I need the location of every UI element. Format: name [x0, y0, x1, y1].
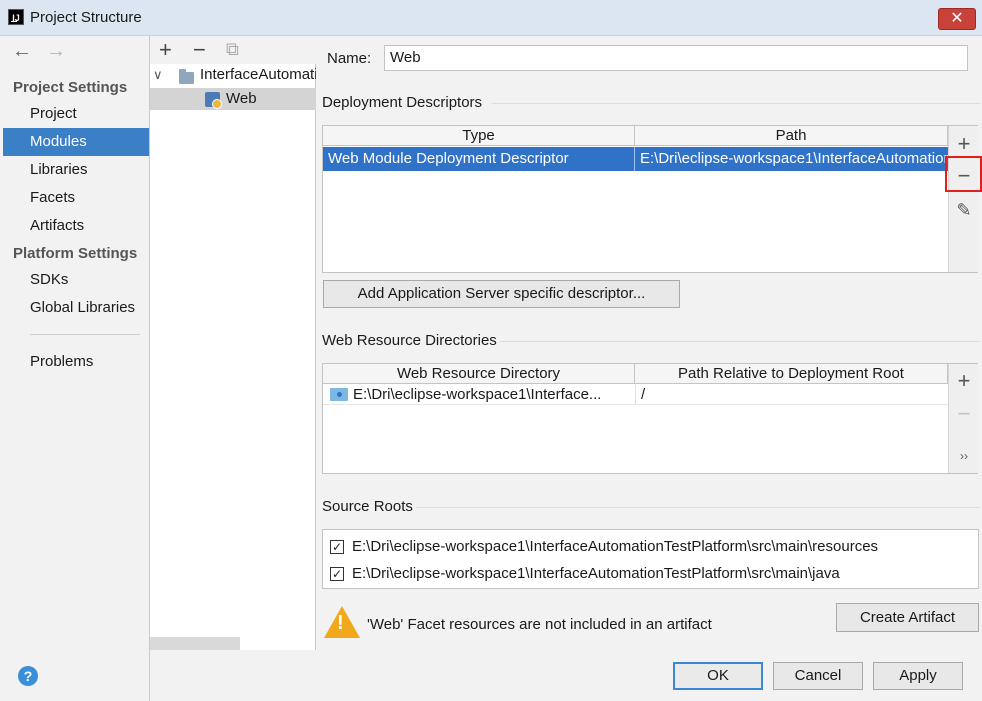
- remove-icon[interactable]: −: [193, 37, 206, 63]
- project-settings-header: Project Settings: [13, 79, 128, 96]
- web-facet-icon: [205, 92, 222, 109]
- create-artifact-button[interactable]: Create Artifact: [836, 603, 979, 632]
- web-folder-icon: [330, 388, 348, 401]
- facet-settings-panel: Name: Web Deployment Descriptors Type Pa…: [316, 36, 982, 701]
- window-title: Project Structure: [30, 9, 142, 26]
- descriptor-path-cell: E:\Dri\eclipse-workspace1\InterfaceAutom…: [640, 150, 948, 167]
- relative-path-cell: /: [641, 386, 646, 403]
- sidebar-item-artifacts[interactable]: Artifacts: [3, 212, 149, 240]
- copy-icon[interactable]: ⧉: [226, 39, 239, 60]
- table-row[interactable]: Web Module Deployment Descriptor E:\Dri\…: [323, 147, 948, 171]
- close-button[interactable]: ✕: [938, 8, 976, 30]
- source-roots-title: Source Roots: [322, 498, 413, 515]
- deployment-descriptors-title: Deployment Descriptors: [322, 94, 483, 111]
- cancel-button[interactable]: Cancel: [773, 662, 863, 690]
- remove-highlight-box: [945, 156, 982, 192]
- sidebar-divider: [30, 334, 140, 335]
- settings-sidebar: ← → Project Settings Project Modules Lib…: [0, 36, 150, 701]
- more-icon[interactable]: ››: [950, 448, 978, 464]
- resource-toolbar: + − ››: [948, 364, 978, 473]
- tree-node-web-facet[interactable]: Web: [150, 88, 316, 110]
- facet-name-input[interactable]: Web: [384, 45, 968, 71]
- module-tree-panel: + − ⧉ ∨ InterfaceAutomationTestPlatform …: [150, 36, 316, 650]
- descriptor-type-cell: Web Module Deployment Descriptor: [328, 150, 569, 167]
- source-roots-list: ✓ E:\Dri\eclipse-workspace1\InterfaceAut…: [322, 529, 979, 589]
- warning-exclamation-icon: !: [337, 612, 344, 634]
- column-header-web-resource-directory[interactable]: Web Resource Directory: [323, 364, 635, 384]
- add-server-descriptor-button[interactable]: Add Application Server specific descript…: [323, 280, 680, 308]
- sidebar-item-facets[interactable]: Facets: [3, 184, 149, 212]
- module-folder-icon: [179, 69, 194, 84]
- source-root-checkbox-icon[interactable]: ✓: [330, 567, 344, 581]
- column-header-relative-path[interactable]: Path Relative to Deployment Root: [635, 364, 948, 384]
- platform-settings-header: Platform Settings: [13, 245, 138, 262]
- web-resource-directories-title: Web Resource Directories: [322, 332, 497, 349]
- list-item[interactable]: ✓ E:\Dri\eclipse-workspace1\InterfaceAut…: [323, 562, 978, 586]
- table-row[interactable]: E:\Dri\eclipse-workspace1\Interface... /: [323, 385, 948, 405]
- descriptor-toolbar: + − ✎: [948, 126, 978, 272]
- tree-horizontal-scrollbar[interactable]: [150, 637, 240, 650]
- help-icon[interactable]: ?: [18, 666, 38, 686]
- sidebar-item-project[interactable]: Project: [3, 100, 149, 128]
- sidebar-item-sdks[interactable]: SDKs: [3, 266, 149, 294]
- source-root-path: E:\Dri\eclipse-workspace1\InterfaceAutom…: [352, 538, 879, 555]
- name-label: Name:: [327, 50, 372, 67]
- column-header-type[interactable]: Type: [323, 126, 635, 146]
- tree-node-web-label: Web: [226, 90, 257, 107]
- resource-directory-cell: E:\Dri\eclipse-workspace1\Interface...: [353, 386, 602, 403]
- sidebar-item-problems[interactable]: Problems: [3, 348, 149, 376]
- section-divider: [416, 507, 980, 508]
- back-arrow-icon[interactable]: ←: [12, 40, 32, 63]
- sidebar-item-modules[interactable]: Modules: [3, 128, 149, 156]
- edit-descriptor-icon[interactable]: ✎: [950, 196, 978, 224]
- forward-arrow-icon[interactable]: →: [46, 40, 66, 63]
- section-divider: [492, 103, 980, 104]
- chevron-down-icon[interactable]: ∨: [153, 64, 163, 86]
- intellij-logo-icon: IJ: [8, 9, 24, 25]
- tree-node-module[interactable]: ∨ InterfaceAutomationTestPlatform: [150, 64, 316, 86]
- artifact-warning-text: 'Web' Facet resources are not included i…: [367, 616, 712, 633]
- source-root-checkbox-icon[interactable]: ✓: [330, 540, 344, 554]
- deployment-descriptors-table: Type Path Web Module Deployment Descript…: [322, 125, 978, 273]
- ok-button[interactable]: OK: [673, 662, 763, 690]
- tree-bottom-area: [150, 650, 316, 701]
- remove-resource-icon[interactable]: −: [950, 400, 978, 428]
- add-descriptor-icon[interactable]: +: [950, 130, 978, 158]
- list-item[interactable]: ✓ E:\Dri\eclipse-workspace1\InterfaceAut…: [323, 535, 978, 559]
- add-resource-icon[interactable]: +: [950, 367, 978, 395]
- apply-button[interactable]: Apply: [873, 662, 963, 690]
- tree-toolbar: + − ⧉: [150, 36, 316, 64]
- add-icon[interactable]: +: [159, 37, 172, 63]
- column-header-path[interactable]: Path: [635, 126, 948, 146]
- sidebar-item-global-libraries[interactable]: Global Libraries: [3, 294, 149, 322]
- web-resource-table: Web Resource Directory Path Relative to …: [322, 363, 978, 474]
- sidebar-item-libraries[interactable]: Libraries: [3, 156, 149, 184]
- source-root-path: E:\Dri\eclipse-workspace1\InterfaceAutom…: [352, 565, 840, 582]
- title-bar: IJ Project Structure ✕: [0, 0, 982, 36]
- section-divider: [500, 341, 980, 342]
- tree-node-module-label: InterfaceAutomationTestPlatform: [200, 66, 316, 83]
